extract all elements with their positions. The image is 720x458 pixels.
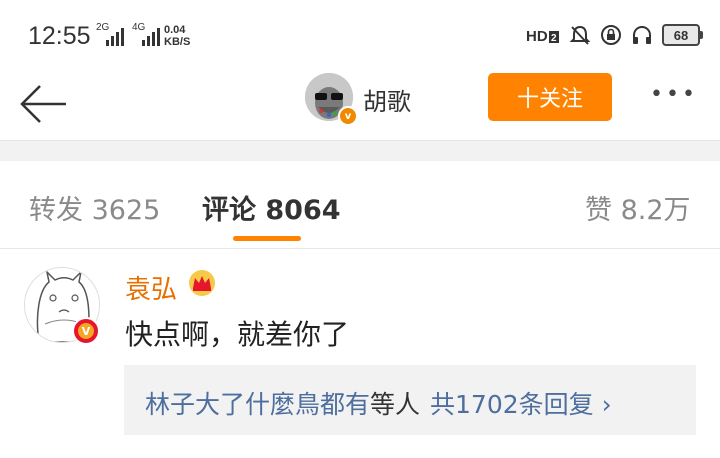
profile-name[interactable]: 胡歌 <box>363 82 411 117</box>
reply-count-link[interactable]: 共1702条回复 <box>430 390 594 419</box>
signal-2g-icon: 2G <box>96 22 124 46</box>
svg-text:HD: HD <box>526 28 548 45</box>
reply-preview[interactable]: 林子大了什麼鳥都有等人 共1702条回复 › <box>124 365 696 435</box>
network-type-1: 2G <box>96 22 110 33</box>
follow-button[interactable]: 十关注 <box>488 73 612 121</box>
lock-rotation-icon <box>601 25 621 45</box>
tab-likes[interactable]: 赞 8.2万 <box>585 188 691 227</box>
top-nav: v 胡歌 十关注 ••• <box>0 70 720 140</box>
status-icons: HD 2 68 <box>526 24 703 46</box>
hd-icon: HD 2 <box>526 28 559 45</box>
svg-text:2: 2 <box>551 33 557 44</box>
section-divider <box>0 140 720 161</box>
headphones-icon <box>633 26 651 44</box>
verified-badge-icon: V <box>72 317 100 345</box>
status-bar: 12:55 2G 4G 0.04 KB/S HD 2 68 <box>0 0 720 70</box>
commenter-name[interactable]: 袁弘 <box>125 269 177 306</box>
tab-comments[interactable]: 评论 8064 <box>202 188 341 227</box>
battery-icon: 68 <box>662 24 703 46</box>
clock: 12:55 <box>28 22 91 50</box>
post-tabs: 转发 3625 评论 8064 赞 8.2万 <box>0 160 720 249</box>
reply-user-name[interactable]: 林子大了什麼鳥都有 <box>145 390 370 419</box>
network-speed: 0.04 KB/S <box>164 24 191 48</box>
back-arrow-icon[interactable] <box>18 78 70 130</box>
active-tab-indicator <box>233 236 301 241</box>
more-options-icon[interactable]: ••• <box>650 82 698 107</box>
chevron-right-icon: › <box>601 390 612 419</box>
mute-bell-icon <box>569 25 591 45</box>
comment-item: V 袁弘 快点啊，就差你了 林子大了什麼鳥都有等人 共1702条回复 › <box>0 249 720 458</box>
signal-4g-icon: 4G <box>132 22 160 46</box>
verified-badge-icon: v <box>338 106 358 126</box>
tab-reposts[interactable]: 转发 3625 <box>29 188 160 227</box>
network-type-2: 4G <box>132 22 146 33</box>
reply-text: 等人 <box>370 390 421 419</box>
crown-icon <box>189 270 215 296</box>
comment-text: 快点啊，就差你了 <box>125 318 350 351</box>
